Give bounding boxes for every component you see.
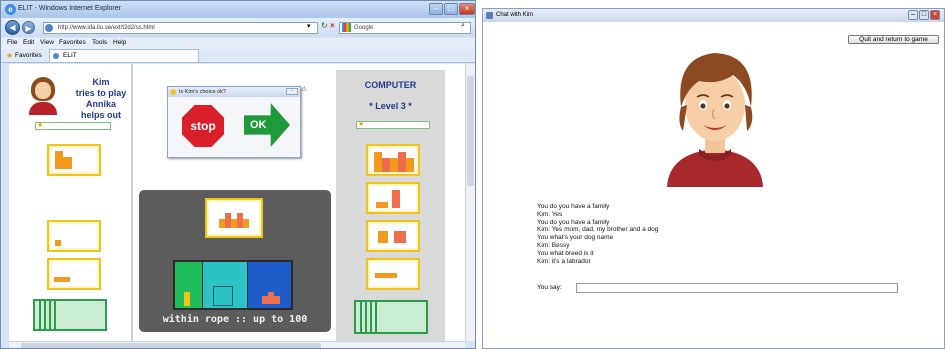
browser-title: ELIT - Windows Internet Explorer [18,5,121,12]
chat-line: You what's your dog name [537,234,614,242]
board-caption: within rope :: up to 100 [162,314,308,325]
menu-view[interactable]: View [40,39,54,46]
scroll-thumb[interactable] [467,76,474,186]
forward-icon[interactable]: ▶ [22,21,35,34]
player-card-2[interactable] [47,220,101,252]
choice-dialog: Is Kim's choice ok? ▫ stop OK [167,86,301,158]
player-card-1[interactable] [47,144,101,176]
menu-edit[interactable]: Edit [23,39,34,46]
menu-favorites[interactable]: Favorites [59,39,86,46]
browser-titlebar: e ELIT - Windows Internet Explorer – □ × [1,1,475,18]
player-card-stack[interactable] [33,299,107,331]
rope-container [173,260,293,310]
stop-icon[interactable]: × [330,21,335,30]
computer-card-stack [354,300,428,334]
player-status: tries to play [75,88,127,98]
column-divider-left [131,64,133,341]
close-icon[interactable]: × [459,3,475,15]
kim-avatar [27,75,59,115]
computer-card-4 [366,258,420,290]
minimize-icon[interactable]: – [429,3,443,15]
google-logo-icon [342,23,351,32]
helper-status: helps out [81,110,121,120]
kim-portrait [667,53,763,187]
slot-blue [248,262,291,308]
chat-line: Kim: Yes [537,210,563,218]
chat-line: You do you have a family [537,203,610,210]
horizontal-scrollbar[interactable] [9,341,465,348]
game-board: within rope :: up to 100 [139,190,331,332]
favorites-bar: ★ Favorites ELIT [1,49,475,63]
search-input[interactable]: Google [339,22,471,34]
computer-card-2 [366,182,420,214]
player-name: Kim [92,77,110,87]
level-label: * Level 3 * [369,101,412,111]
page-icon [45,24,53,32]
computer-card-3 [366,220,420,252]
chat-line: You do you have a family [537,218,610,226]
search-icon[interactable]: ⌕ [461,22,465,30]
slot-green [175,262,202,308]
say-label: You say: [537,284,562,291]
chat-log: You do you have a family Kim: Yes You do… [537,203,658,265]
vertical-scrollbar[interactable] [465,64,475,341]
say-input[interactable] [576,283,898,293]
dialog-close-icon[interactable]: ▫ [286,88,298,95]
back-icon[interactable]: ◀ [5,20,20,35]
tab-label[interactable]: ELIT [63,52,77,59]
computer-score-bar: ★ [356,121,430,129]
warning-icon: ⚠ [301,86,308,93]
slot-cyan [203,262,247,308]
menu-file[interactable]: File [7,39,17,46]
chat-maximize-icon[interactable]: □ [919,10,929,20]
favorites-star-icon: ★ [6,51,14,60]
dialog-titlebar: Is Kim's choice ok? ▫ [168,87,300,97]
ok-label[interactable]: OK [250,119,267,131]
player-card-3[interactable] [47,258,101,290]
favorites-button[interactable]: Favorites [15,52,42,59]
computer-column: COMPUTER * Level 3 * ★ [336,70,445,341]
dialog-title: Is Kim's choice ok? [179,89,226,95]
chat-line: Kim: it's a labrador [537,257,591,265]
quit-button[interactable]: Quit and return to game [848,35,939,44]
maximize-icon[interactable]: □ [444,3,458,15]
computer-card-1 [366,144,420,176]
chat-window: Chat with Kim – □ × Quit and return to g… [482,8,945,349]
address-field[interactable]: http://www.ida.liu.se/ext/t2d2/ss.html [43,22,318,34]
tab-page-icon [53,53,59,59]
chat-line: Kim: Bessy [537,241,570,249]
chat-app-icon [486,12,493,19]
chat-close-icon[interactable]: × [930,10,940,20]
stop-button[interactable]: stop [182,105,224,147]
chat-line: Kim: Yes mom, dad, my brother and a dog [537,226,659,234]
player-score-bar: ★ [35,122,111,130]
browser-window: e ELIT - Windows Internet Explorer – □ ×… [0,0,476,349]
helper-name: Annika [85,99,116,109]
refresh-icon[interactable]: ↻ [321,21,328,30]
computer-label: COMPUTER [364,80,417,90]
dialog-icon [170,89,176,95]
menu-help[interactable]: Help [113,39,126,46]
menu-bar: File Edit View Favorites Tools Help [1,38,475,49]
game-page: Kim tries to play Annika helps out ★ Is … [9,64,465,341]
selected-card[interactable] [205,198,263,238]
ie-logo-icon: e [5,4,16,15]
hscroll-thumb[interactable] [21,343,321,348]
chat-titlebar: Chat with Kim – □ × [483,9,944,22]
dropdown-icon[interactable]: ▾ [307,22,311,30]
menu-tools[interactable]: Tools [92,39,107,46]
chat-line: You what breed is it [537,249,594,257]
chat-title: Chat with Kim [496,12,534,18]
address-toolbar: ◀ ▶ http://www.ida.liu.se/ext/t2d2/ss.ht… [1,18,475,37]
chat-minimize-icon[interactable]: – [908,10,918,20]
